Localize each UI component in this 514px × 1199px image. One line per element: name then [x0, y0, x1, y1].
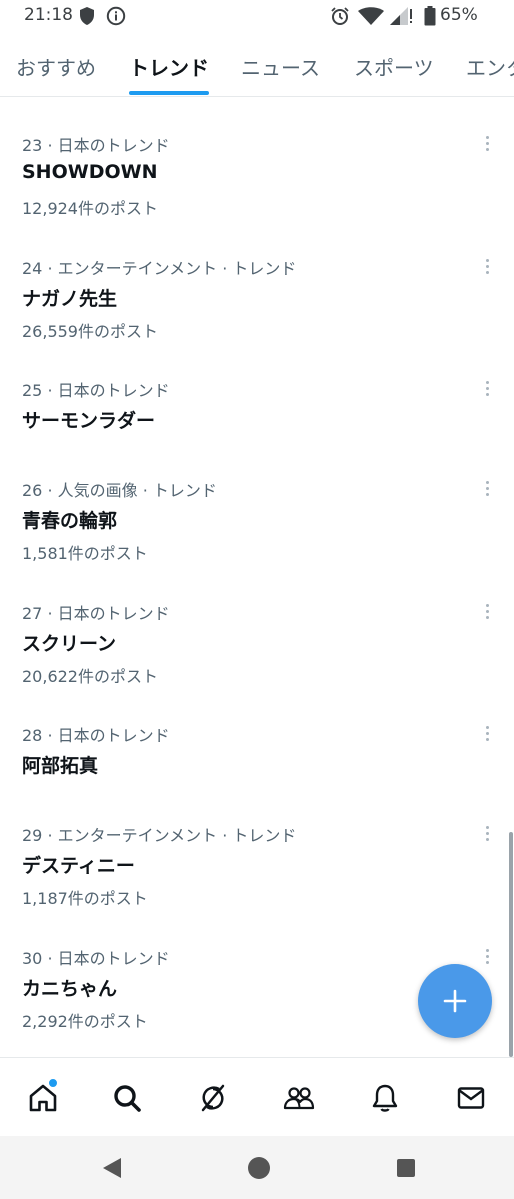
tab-recommended[interactable]: おすすめ	[16, 52, 96, 81]
trend-meta: 23 · 日本のトレンド	[22, 136, 170, 155]
system-navigation-bar	[0, 1136, 514, 1199]
more-options-icon[interactable]	[476, 477, 498, 499]
nav-explore[interactable]	[107, 1078, 147, 1118]
grok-icon	[201, 1084, 225, 1112]
trend-name: スクリーン	[22, 633, 117, 655]
tab-entertainment[interactable]: エンタ	[466, 52, 514, 81]
scrollbar[interactable]	[509, 832, 513, 1057]
signal-icon	[390, 7, 412, 25]
more-options-icon[interactable]	[476, 822, 498, 844]
trend-post-count: 20,622件のポスト	[22, 667, 158, 686]
status-bar: 21:18 65%	[0, 0, 514, 34]
more-options-icon[interactable]	[476, 132, 498, 154]
trend-meta: 28 · 日本のトレンド	[22, 726, 170, 745]
trend-name: デスティニー	[22, 855, 135, 877]
tab-news[interactable]: ニュース	[241, 52, 320, 81]
tab-trending[interactable]: トレンド	[129, 52, 209, 81]
trend-post-count: 12,924件のポスト	[22, 199, 158, 218]
home-circle-icon	[248, 1157, 270, 1179]
notifications-icon	[372, 1084, 398, 1112]
tab-sports[interactable]: スポーツ	[354, 52, 434, 81]
trend-name: 青春の輪郭	[22, 510, 118, 532]
trend-name: 阿部拓真	[22, 755, 99, 777]
trend-list: 23 · 日本のトレンド SHOWDOWN 12,924件のポスト 24 · エ…	[0, 97, 514, 1055]
compose-button[interactable]	[418, 964, 492, 1038]
home-button[interactable]	[245, 1154, 273, 1182]
plus-icon	[443, 989, 467, 1013]
bottom-nav	[0, 1057, 514, 1136]
trend-post-count: 26,559件のポスト	[22, 322, 158, 341]
trend-name: サーモンラダー	[22, 410, 156, 432]
messages-icon	[457, 1087, 485, 1109]
nav-messages[interactable]	[451, 1078, 491, 1118]
home-notification-dot	[48, 1078, 58, 1088]
alarm-icon	[331, 7, 349, 25]
more-options-icon[interactable]	[476, 945, 498, 967]
trend-name: カニちゃん	[22, 978, 118, 1000]
trend-post-count: 1,187件のポスト	[22, 889, 148, 908]
back-button[interactable]	[98, 1154, 126, 1182]
nav-notifications[interactable]	[365, 1078, 405, 1118]
active-tab-indicator	[129, 91, 209, 95]
trend-name: ナガノ先生	[22, 288, 118, 310]
trend-meta: 25 · 日本のトレンド	[22, 381, 170, 400]
search-icon	[114, 1085, 141, 1112]
nav-grok[interactable]	[193, 1078, 233, 1118]
more-options-icon[interactable]	[476, 600, 498, 622]
recents-button[interactable]	[392, 1154, 420, 1182]
shield-icon	[80, 7, 94, 25]
more-options-icon[interactable]	[476, 722, 498, 744]
explore-tabs: おすすめ トレンド ニュース スポーツ エンタ	[0, 34, 514, 97]
battery-percent: 65%	[440, 5, 478, 25]
trend-post-count: 2,292件のポスト	[22, 1012, 148, 1031]
more-options-icon[interactable]	[476, 377, 498, 399]
recents-icon	[397, 1159, 415, 1177]
trend-meta: 29 · エンターテインメント · トレンド	[22, 826, 297, 845]
trend-meta: 27 · 日本のトレンド	[22, 604, 170, 623]
info-icon	[106, 6, 126, 26]
trend-meta: 30 · 日本のトレンド	[22, 949, 170, 968]
battery-icon	[424, 6, 436, 26]
wifi-icon	[358, 7, 384, 25]
nav-communities[interactable]	[279, 1078, 319, 1118]
more-options-icon[interactable]	[476, 255, 498, 277]
back-icon	[103, 1158, 121, 1178]
trend-meta: 26 · 人気の画像 · トレンド	[22, 481, 217, 500]
trend-meta: 24 · エンターテインメント · トレンド	[22, 259, 297, 278]
status-time: 21:18	[24, 5, 73, 25]
trend-post-count: 1,581件のポスト	[22, 544, 148, 563]
trend-name: SHOWDOWN	[22, 161, 158, 183]
communities-icon	[283, 1087, 315, 1110]
